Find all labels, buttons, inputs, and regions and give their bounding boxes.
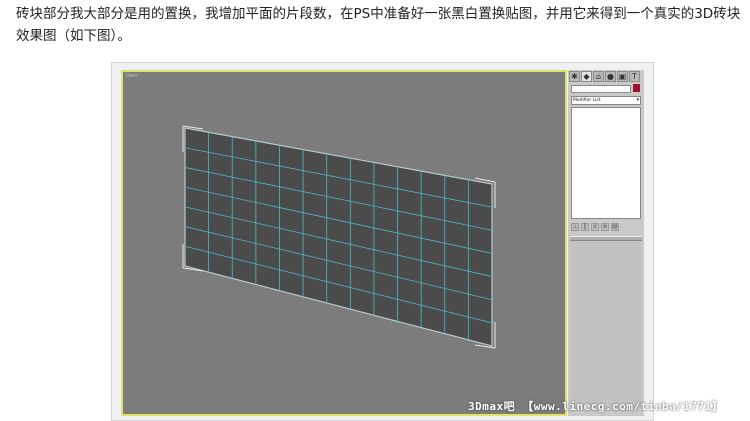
stack-toolbar: ⊥ ‖ ∨ ɵ ▤ (571, 222, 641, 232)
command-panel-tabs: ✱ ◆ ⌂ ● ▣ T (569, 71, 643, 82)
modifier-list-dropdown[interactable]: Modifier List ▾ (571, 96, 641, 105)
configure-sets-icon[interactable]: ▤ (611, 223, 619, 231)
modifier-stack[interactable] (571, 107, 641, 219)
object-name-field[interactable] (571, 85, 631, 93)
watermark: 3Dmax吧 【www.linecg.com/tieba/1771】 (468, 400, 724, 413)
article-paragraph: 砖块部分我大部分是用的置换，我增加平面的片段数，在PS中准备好一张黑白置换贴图，… (16, 6, 741, 44)
plane-surface (184, 127, 493, 347)
object-color-swatch[interactable] (633, 84, 640, 92)
chevron-down-icon: ▾ (636, 97, 639, 103)
perspective-viewport[interactable]: User (121, 70, 567, 416)
create-icon[interactable]: ✱ (569, 71, 580, 82)
rollout-area[interactable] (571, 241, 641, 411)
hierarchy-icon[interactable]: ⌂ (593, 71, 604, 82)
displaced-plane (184, 127, 493, 347)
display-icon[interactable]: ▣ (617, 71, 628, 82)
modifier-list-label: Modifier List (573, 98, 601, 103)
pin-stack-icon[interactable]: ⊥ (571, 223, 579, 231)
utilities-icon[interactable]: T (629, 71, 640, 82)
viewport-canvas (182, 125, 496, 349)
command-panel: ✱ ◆ ⌂ ● ▣ T Modifier List ▾ ⊥ ‖ ∨ ɵ ▤ (568, 70, 644, 416)
motion-icon[interactable]: ● (605, 71, 616, 82)
remove-modifier-icon[interactable]: ɵ (601, 223, 609, 231)
modify-icon[interactable]: ◆ (581, 71, 592, 82)
make-unique-icon[interactable]: ∨ (591, 223, 599, 231)
show-end-result-icon[interactable]: ‖ (581, 223, 589, 231)
